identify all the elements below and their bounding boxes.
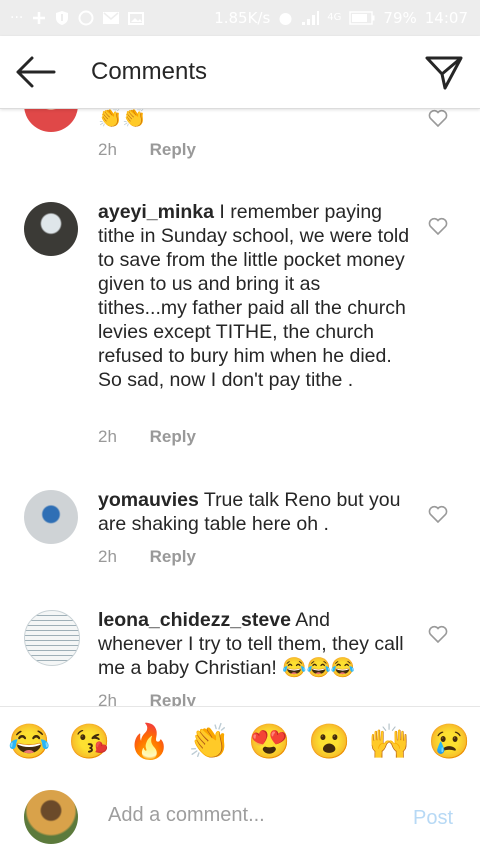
comment-time: 2h bbox=[98, 547, 117, 566]
more-dots-icon: ··· bbox=[10, 10, 24, 26]
image-icon bbox=[128, 11, 145, 25]
comment-time: 2h bbox=[98, 140, 117, 159]
clapping-hands-icon[interactable]: 👏 bbox=[188, 721, 230, 763]
comment-text: 👏👏 bbox=[98, 108, 413, 130]
quick-emoji-bar: 😂 😘 🔥 👏 😍 😮 🙌 😢 bbox=[0, 706, 480, 778]
avatar[interactable] bbox=[24, 610, 80, 666]
back-arrow-icon[interactable] bbox=[14, 54, 58, 90]
status-bar: ··· 1.85K/s 4G 79% 14:07 bbox=[0, 0, 480, 36]
comment-item: ayeyi_minka I remember paying tithe in S… bbox=[0, 200, 480, 450]
plus-icon bbox=[33, 12, 46, 24]
heart-icon[interactable] bbox=[428, 505, 448, 523]
comment-username[interactable]: leona_chidezz_steve bbox=[98, 609, 291, 631]
network-type-label: 4G bbox=[327, 12, 342, 23]
reply-button[interactable]: Reply bbox=[150, 547, 196, 566]
heart-icon[interactable] bbox=[428, 109, 448, 127]
comment-meta: 2h Reply bbox=[98, 691, 196, 706]
comment-meta: 2h Reply bbox=[98, 547, 196, 567]
shield-icon bbox=[56, 11, 69, 25]
reply-button[interactable]: Reply bbox=[150, 140, 196, 159]
app-bar: Comments bbox=[0, 36, 480, 109]
heart-icon[interactable] bbox=[428, 217, 448, 235]
comment-text: ayeyi_minka I remember paying tithe in S… bbox=[98, 200, 413, 392]
comment-input[interactable]: Add a comment... bbox=[108, 804, 265, 827]
clock: 14:07 bbox=[424, 9, 468, 27]
heart-eyes-icon[interactable]: 😍 bbox=[248, 721, 290, 763]
status-right-icons: 1.85K/s 4G 79% 14:07 bbox=[214, 9, 468, 27]
mail-icon bbox=[103, 12, 120, 24]
comment-item: yomauvies True talk Reno but you are sha… bbox=[0, 488, 480, 578]
avatar bbox=[24, 790, 78, 844]
reply-button[interactable]: Reply bbox=[150, 427, 196, 446]
avatar[interactable] bbox=[24, 490, 78, 544]
kissing-face-icon[interactable]: 😘 bbox=[68, 721, 110, 763]
network-speed: 1.85K/s bbox=[214, 9, 271, 27]
send-direct-icon[interactable] bbox=[424, 52, 464, 92]
avatar[interactable] bbox=[24, 202, 78, 256]
avatar[interactable] bbox=[24, 108, 78, 132]
comment-time: 2h bbox=[98, 691, 117, 706]
comment-item: 👏👏 2h Reply bbox=[0, 108, 480, 163]
comment-text: leona_chidezz_steve And whenever I try t… bbox=[98, 608, 413, 680]
comment-username[interactable]: ayeyi_minka bbox=[98, 201, 214, 223]
crying-face-icon[interactable]: 😢 bbox=[428, 721, 470, 763]
surprised-face-icon[interactable]: 😮 bbox=[308, 721, 350, 763]
comment-composer: Add a comment... Post bbox=[0, 777, 480, 854]
comment-username[interactable]: yomauvies bbox=[98, 489, 199, 511]
signal-icon bbox=[302, 11, 320, 25]
whatsapp-icon bbox=[78, 10, 94, 26]
post-button[interactable]: Post bbox=[413, 807, 453, 830]
battery-icon bbox=[349, 11, 375, 25]
heart-icon[interactable] bbox=[428, 625, 448, 643]
reply-button[interactable]: Reply bbox=[150, 691, 196, 706]
comment-meta: 2h Reply bbox=[98, 427, 196, 447]
fire-icon[interactable]: 🔥 bbox=[128, 721, 170, 763]
comment-meta: 2h Reply bbox=[98, 140, 196, 160]
battery-percent: 79% bbox=[383, 9, 417, 27]
status-left-icons: ··· bbox=[10, 9, 145, 27]
page-title: Comments bbox=[91, 58, 208, 85]
raised-hands-icon[interactable]: 🙌 bbox=[368, 721, 410, 763]
comment-text: yomauvies True talk Reno but you are sha… bbox=[98, 488, 413, 536]
comment-emoji: 👏👏 bbox=[98, 108, 147, 129]
comments-list[interactable]: 👏👏 2h Reply ayeyi_minka I remember payin… bbox=[0, 108, 480, 706]
comment-time: 2h bbox=[98, 427, 117, 446]
alarm-icon bbox=[279, 12, 292, 25]
comment-item: leona_chidezz_steve And whenever I try t… bbox=[0, 608, 480, 706]
tears-of-joy-icon[interactable]: 😂 bbox=[8, 721, 50, 763]
comment-body: I remember paying tithe in Sunday school… bbox=[98, 201, 410, 391]
